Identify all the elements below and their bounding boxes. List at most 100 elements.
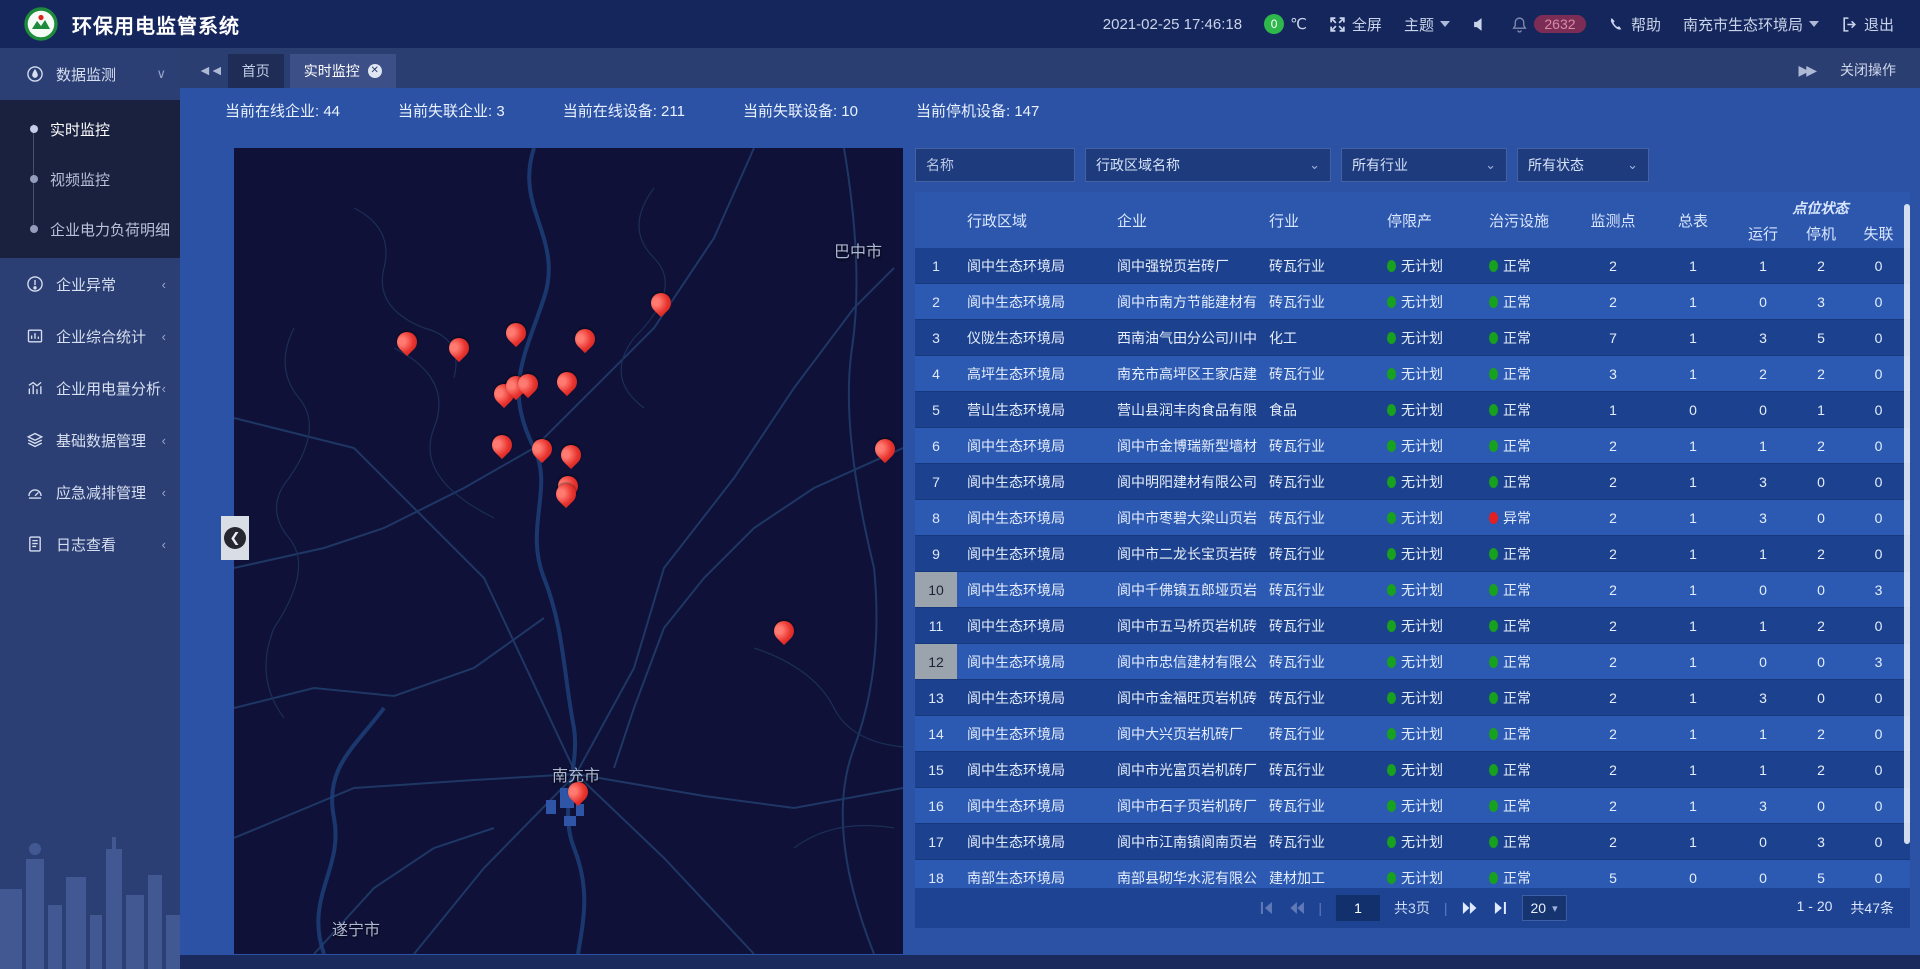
notification-area[interactable]: 2632 (1511, 15, 1586, 33)
first-page-icon[interactable] (1258, 901, 1274, 915)
table-row[interactable]: 16阆中生态环境局阆中市石子页岩机砖厂砖瓦行业无计划正常21300 (915, 788, 1910, 824)
sidebar-item-group-3[interactable]: 企业用电量分析‹ (0, 362, 180, 414)
sidebar-item-data-monitor[interactable]: 数据监测∨ (0, 48, 180, 100)
cell-region: 阆中生态环境局 (957, 644, 1107, 679)
sidebar-item-group-2[interactable]: 企业综合统计‹ (0, 310, 180, 362)
stats-bar: 当前在线企业: 44当前失联企业: 3当前在线设备: 211当前失联设备: 10… (225, 100, 1039, 121)
map-collapse-toggle[interactable]: ❮ (221, 516, 249, 560)
sidebar-subitem-视频监控[interactable]: 视频监控 (0, 154, 180, 204)
submenu-item-label: 实时监控 (50, 119, 110, 140)
cell-points: 2 (1571, 788, 1655, 823)
name-filter-input[interactable] (915, 148, 1075, 182)
cell-run: 0 (1731, 572, 1795, 607)
table-row[interactable]: 4高坪生态环境局南充市高坪区王家店建砖瓦行业无计划正常31220 (915, 356, 1910, 392)
tabs-scroll-left-icon[interactable]: ◄◄ (198, 62, 222, 78)
cell-stop-status: 无计划 (1377, 248, 1479, 283)
sidebar-subitem-企业电力负荷明细[interactable]: 企业电力负荷明细 (0, 204, 180, 254)
table-row[interactable]: 17阆中生态环境局阆中市江南镇阆南页岩砖瓦行业无计划正常21030 (915, 824, 1910, 860)
sidebar-subitem-实时监控[interactable]: 实时监控 (0, 104, 180, 154)
sidebar-item-group-6[interactable]: 日志查看‹ (0, 518, 180, 570)
table-row[interactable]: 10阆中生态环境局阆中千佛镇五郎垭页岩砖瓦行业无计划正常21003 (915, 572, 1910, 608)
table-row[interactable]: 15阆中生态环境局阆中市光富页岩机砖厂砖瓦行业无计划正常21120 (915, 752, 1910, 788)
cell-meters: 1 (1655, 356, 1731, 391)
current-page-input[interactable]: 1 (1336, 895, 1380, 921)
cell-region: 阆中生态环境局 (957, 608, 1107, 643)
col-lost: 失联 (1847, 218, 1910, 248)
status-text: 无计划 (1401, 616, 1443, 636)
main-content: 当前在线企业: 44当前失联企业: 3当前在线设备: 211当前失联设备: 10… (180, 88, 1920, 969)
cell-lost: 0 (1847, 500, 1910, 535)
table-row[interactable]: 18南部生态环境局南部县砌华水泥有限公建材加工无计划正常50050 (915, 860, 1910, 888)
cell-facility-status: 正常 (1479, 536, 1571, 571)
cell-lost: 0 (1847, 716, 1910, 751)
cell-stop-status: 无计划 (1377, 608, 1479, 643)
help-button[interactable]: 帮助 (1608, 14, 1661, 35)
cell-company: 阆中大兴页岩机砖厂 (1107, 716, 1259, 751)
status-filter-select[interactable]: 所有状态 ⌄ (1517, 148, 1649, 182)
status-dot-icon (1489, 548, 1498, 560)
fullscreen-button[interactable]: 全屏 (1329, 14, 1382, 35)
row-number-cell: 3 (915, 320, 957, 355)
cell-run: 3 (1731, 320, 1795, 355)
table-row[interactable]: 1阆中生态环境局阆中强锐页岩砖厂砖瓦行业无计划正常21120 (915, 248, 1910, 284)
status-text: 正常 (1503, 760, 1531, 780)
next-page-icon[interactable] (1461, 901, 1477, 915)
cell-points: 2 (1571, 464, 1655, 499)
table-row[interactable]: 2阆中生态环境局阆中市南方节能建材有砖瓦行业无计划正常21030 (915, 284, 1910, 320)
emergency-icon (26, 483, 44, 501)
table-row[interactable]: 7阆中生态环境局阆中明阳建材有限公司砖瓦行业无计划正常21300 (915, 464, 1910, 500)
theme-dropdown[interactable]: 主题 (1404, 14, 1450, 35)
region-filter-select[interactable]: 行政区域名称 ⌄ (1085, 148, 1331, 182)
close-operations-button[interactable]: 关闭操作 (1840, 60, 1896, 80)
table-row[interactable]: 12阆中生态环境局阆中市忠信建材有限公砖瓦行业无计划正常21003 (915, 644, 1910, 680)
status-text: 正常 (1503, 580, 1531, 600)
sidebar-item-group-1[interactable]: 企业异常‹ (0, 258, 180, 310)
status-text: 无计划 (1401, 400, 1443, 420)
cell-run: 3 (1731, 788, 1795, 823)
cell-points: 1 (1571, 392, 1655, 427)
prev-page-icon[interactable] (1288, 901, 1304, 915)
cell-meters: 1 (1655, 284, 1731, 319)
table-scrollbar[interactable] (1904, 204, 1910, 844)
cell-company: 阆中市五马桥页岩机砖 (1107, 608, 1259, 643)
status-text: 正常 (1503, 364, 1531, 384)
table-row[interactable]: 8阆中生态环境局阆中市枣碧大梁山页岩砖瓦行业无计划异常21300 (915, 500, 1910, 536)
sidebar-item-group-4[interactable]: 基础数据管理‹ (0, 414, 180, 466)
status-dot-icon (1387, 512, 1396, 524)
map-city-label-巴中市: 巴中市 (834, 238, 882, 262)
sidebar-item-label: 应急减排管理 (56, 482, 146, 503)
sidebar-item-group-5[interactable]: 应急减排管理‹ (0, 466, 180, 518)
tab-realtime-monitor[interactable]: 实时监控 ✕ (290, 54, 396, 88)
logout-button[interactable]: 退出 (1841, 14, 1894, 35)
table-row[interactable]: 9阆中生态环境局阆中市二龙长宝页岩砖砖瓦行业无计划正常21120 (915, 536, 1910, 572)
pagination-bar: | 1 共3页 | 20 ▾ 1 - 20 (915, 888, 1910, 928)
table-row[interactable]: 11阆中生态环境局阆中市五马桥页岩机砖砖瓦行业无计划正常21120 (915, 608, 1910, 644)
page-size-select[interactable]: 20 ▾ (1521, 895, 1566, 921)
table-row[interactable]: 3仪陇生态环境局西南油气田分公司川中化工无计划正常71350 (915, 320, 1910, 356)
cell-facility-status: 正常 (1479, 572, 1571, 607)
col-points: 监测点 (1571, 192, 1655, 248)
cell-run: 3 (1731, 680, 1795, 715)
status-text: 正常 (1503, 832, 1531, 852)
total-count-label: 共47条 (1850, 898, 1894, 918)
sidebar-item-label: 企业异常 (56, 274, 116, 295)
industry-filter-select[interactable]: 所有行业 ⌄ (1341, 148, 1507, 182)
row-number-cell: 8 (915, 500, 957, 535)
tabs-scroll-right-icon[interactable]: ▶▶ (1798, 62, 1814, 79)
map-panel[interactable]: 巴中市南充市遂宁市 (234, 148, 903, 954)
status-text: 正常 (1503, 436, 1531, 456)
speaker-icon[interactable] (1472, 16, 1489, 33)
last-page-icon[interactable] (1491, 901, 1507, 915)
table-row[interactable]: 6阆中生态环境局阆中市金博瑞新型墙材砖瓦行业无计划正常21120 (915, 428, 1910, 464)
table-row[interactable]: 5营山生态环境局营山县润丰肉食品有限食品无计划正常10010 (915, 392, 1910, 428)
tab-close-icon[interactable]: ✕ (368, 64, 382, 78)
cell-points: 2 (1571, 284, 1655, 319)
tab-home[interactable]: 首页 (228, 54, 284, 88)
cell-run: 2 (1731, 356, 1795, 391)
table-row[interactable]: 14阆中生态环境局阆中大兴页岩机砖厂砖瓦行业无计划正常21120 (915, 716, 1910, 752)
filter-bar: 行政区域名称 ⌄ 所有行业 ⌄ 所有状态 ⌄ (915, 148, 1649, 182)
table-row[interactable]: 13阆中生态环境局阆中市金福旺页岩机砖砖瓦行业无计划正常21300 (915, 680, 1910, 716)
sidebar-item-label: 数据监测 (56, 64, 116, 85)
org-dropdown[interactable]: 南充市生态环境局 (1683, 14, 1819, 35)
status-dot-icon (1387, 296, 1396, 308)
